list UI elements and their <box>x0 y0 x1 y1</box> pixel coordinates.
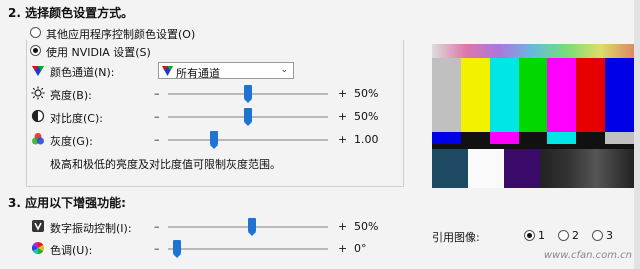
brightness-minus: – <box>154 87 160 100</box>
gamma-slider-track[interactable] <box>168 139 328 141</box>
contrast-value: 50% <box>354 110 379 123</box>
hue-minus: – <box>154 242 160 255</box>
reference-image-label: 引用图像: <box>432 231 480 244</box>
hue-label: 色调(U): <box>50 244 93 257</box>
window-right-edge <box>634 0 640 269</box>
bars-mid-bar <box>576 132 606 144</box>
brightness-label: 亮度(B): <box>50 89 92 102</box>
bars-mid-bar <box>605 132 635 144</box>
hue-slider-thumb[interactable] <box>173 240 181 258</box>
channel-dropdown[interactable]: 所有通道 ⌄ <box>158 62 294 80</box>
color-channel-icon <box>32 66 44 76</box>
brightness-value: 50% <box>354 87 379 100</box>
preview-block-detail <box>540 149 634 188</box>
bars-mid-bar <box>518 132 548 144</box>
bars-top-bar <box>489 58 520 132</box>
vibrance-slider-thumb[interactable] <box>248 218 256 236</box>
gamma-slider-thumb[interactable] <box>210 131 218 149</box>
contrast-label: 对比度(C): <box>50 112 103 125</box>
section2-heading: 2. 选择颜色设置方式。 <box>8 6 134 20</box>
preview-block-teal <box>432 149 468 188</box>
contrast-minus: – <box>154 110 160 123</box>
gamma-plus: + <box>338 133 348 146</box>
gamma-label: 灰度(G): <box>50 135 93 148</box>
rgb-circles-icon <box>32 133 44 145</box>
contrast-plus: + <box>338 110 348 123</box>
bars-mid-bar <box>460 132 491 144</box>
vibrance-minus: – <box>154 220 160 233</box>
sun-icon <box>31 86 45 100</box>
vibrance-icon <box>32 220 44 232</box>
watermark: www.cfan.com.cn <box>543 250 632 261</box>
color-test-pattern-preview <box>432 44 635 188</box>
bars-mid-bar <box>432 132 462 144</box>
range-note: 极高和极低的亮度及对比度值可限制灰度范围。 <box>50 158 281 171</box>
rgb-triangle-icon <box>162 66 173 76</box>
ref-radio-1-label[interactable]: 1 <box>538 229 545 242</box>
chevron-down-icon: ⌄ <box>280 65 288 75</box>
bars-top-bar <box>432 58 462 132</box>
ref-radio-1[interactable] <box>524 230 535 241</box>
bars-top-bar <box>460 58 491 132</box>
preview-block-purple <box>504 149 540 188</box>
contrast-icon <box>31 109 45 123</box>
gamma-value: 1.00 <box>354 133 379 146</box>
channel-label: 颜色通道(N): <box>50 66 115 79</box>
channel-dropdown-value: 所有通道 <box>176 67 220 80</box>
bars-top-bar <box>576 58 606 132</box>
vibrance-value: 50% <box>354 220 379 233</box>
bars-mid-bar <box>489 132 520 144</box>
radio-nvidia-settings-label[interactable]: 使用 NVIDIA 设置(S) <box>46 44 155 60</box>
preview-block-white <box>468 149 504 188</box>
preview-gradient <box>432 44 634 58</box>
ref-radio-2[interactable] <box>558 230 569 241</box>
bars-top-bar <box>518 58 548 132</box>
radio-nvidia-settings[interactable] <box>30 45 41 56</box>
radio-other-apps[interactable] <box>30 27 41 38</box>
ref-radio-2-label[interactable]: 2 <box>572 229 579 242</box>
hue-slider-track[interactable] <box>168 248 328 250</box>
contrast-slider-thumb[interactable] <box>244 108 252 126</box>
hue-value: 0° <box>354 242 367 255</box>
hue-plus: + <box>338 242 348 255</box>
ref-radio-3[interactable] <box>592 230 603 241</box>
vibrance-label: 数字振动控制(I): <box>50 222 132 235</box>
brightness-plus: + <box>338 87 348 100</box>
gamma-minus: – <box>154 133 160 146</box>
ref-radio-3-label[interactable]: 3 <box>606 229 613 242</box>
vibrance-plus: + <box>338 220 348 233</box>
brightness-slider-thumb[interactable] <box>244 85 252 103</box>
section3-heading: 3. 应用以下增强功能: <box>8 196 126 210</box>
bars-top-bar <box>547 58 577 132</box>
hue-wheel-icon <box>31 242 45 254</box>
bars-top-bar <box>605 58 635 132</box>
bars-mid-bar <box>547 132 577 144</box>
